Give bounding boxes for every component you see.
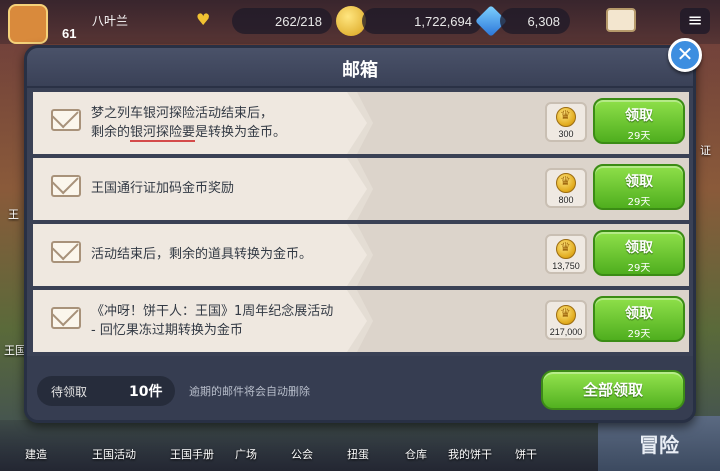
player-name: 八叶兰 [92,14,129,28]
days-left: 29天 [627,329,651,340]
reward-slot: 300 [545,102,587,142]
top-hud: 八叶兰 61 ♥ 262/218 1,722,694 6,308 ≡ [0,0,720,44]
gold-coin-icon [556,107,576,127]
mail-item[interactable]: 王国通行证加码金币奖励 800 领取 29天 [33,158,689,220]
claim-button[interactable]: 领取 29天 [593,98,685,144]
nav-cookies[interactable]: 饼干 [496,446,556,462]
player-avatar[interactable] [8,4,48,44]
claim-button[interactable]: 领取 29天 [593,230,685,276]
mail-subject: 梦之列车银河探险活动结束后， 剩余的银河探险要是转换为金币。 [91,106,287,142]
side-label-left: 王 [8,208,19,221]
mailbox-title: 邮箱 [342,60,378,81]
gold-coin-icon [556,173,576,193]
envelope-icon [51,109,81,131]
mailbox-footer: 待领取 10件 逾期的邮件将会自动删除 全部领取 [27,356,693,420]
close-icon[interactable]: ✕ [668,38,702,72]
player-level: 61 [62,26,77,41]
gold-coin-icon [556,305,576,325]
mail-item[interactable]: 梦之列车银河探险活动结束后， 剩余的银河探险要是转换为金币。 300 领取 29… [33,92,689,154]
reward-slot: 217,000 [545,300,587,340]
days-left: 29天 [627,131,651,142]
mail-subject: 《冲呀！饼干人：王国》1周年纪念展活动 - 回忆果冻过期转换为金币 [91,304,334,338]
mailbox-dialog: 邮箱 梦之列车银河探险活动结束后， 剩余的银河探险要是转换为金币。 300 领取… [24,45,696,423]
mail-item[interactable]: 《冲呀！饼干人：王国》1周年纪念展活动 - 回忆果冻过期转换为金币 217,00… [33,290,689,352]
pending-count: 10件 [129,384,163,400]
mailbox-header: 邮箱 [27,48,693,88]
gem-counter: 6,308 [500,8,570,34]
coin-counter: 1,722,694 [362,8,482,34]
envelope-icon [51,241,81,263]
nav-my-cookies[interactable]: 我的饼干 [440,446,500,462]
claim-all-button[interactable]: 全部领取 [541,370,685,410]
adventure-button[interactable]: 冒险 [598,416,720,471]
side-label-left-low: 王国 [4,344,26,357]
envelope-icon [51,175,81,197]
pending-counter: 待领取 10件 [37,376,175,406]
auto-delete-note: 逾期的邮件将会自动删除 [189,385,310,398]
mail-icon[interactable] [606,8,636,32]
days-left: 29天 [627,263,651,274]
nav-kingdom-events[interactable]: 王国活动 [84,446,144,462]
reward-amount: 300 [558,129,574,139]
reward-slot: 800 [545,168,587,208]
menu-icon[interactable]: ≡ [680,8,710,34]
reward-slot: 13,750 [545,234,587,274]
stamina-counter: 262/218 [232,8,332,34]
envelope-icon [51,307,81,329]
reward-amount: 800 [558,195,574,205]
reward-amount: 217,000 [549,327,583,337]
mail-item[interactable]: 活动结束后，剩余的道具转换为金币。 13,750 领取 29天 [33,224,689,286]
nav-storage[interactable]: 仓库 [386,446,446,462]
mail-subject: 王国通行证加码金币奖励 [91,181,235,196]
mail-list[interactable]: 梦之列车银河探险活动结束后， 剩余的银河探险要是转换为金币。 300 领取 29… [33,92,689,354]
mail-subject: 活动结束后，剩余的道具转换为金币。 [91,247,313,262]
gold-coin-icon [556,239,576,259]
reward-amount: 13,750 [552,261,580,271]
days-left: 29天 [627,197,651,208]
nav-gacha[interactable]: 扭蛋 [328,446,388,462]
claim-button[interactable]: 领取 29天 [593,164,685,210]
heart-icon: ♥ [196,10,211,29]
nav-kingdom-handbook[interactable]: 王国手册 [162,446,222,462]
side-label-right: 证 [700,144,711,157]
claim-button[interactable]: 领取 29天 [593,296,685,342]
nav-guild[interactable]: 公会 [272,446,332,462]
nav-build[interactable]: 建造 [6,446,66,462]
nav-plaza[interactable]: 广场 [216,446,276,462]
